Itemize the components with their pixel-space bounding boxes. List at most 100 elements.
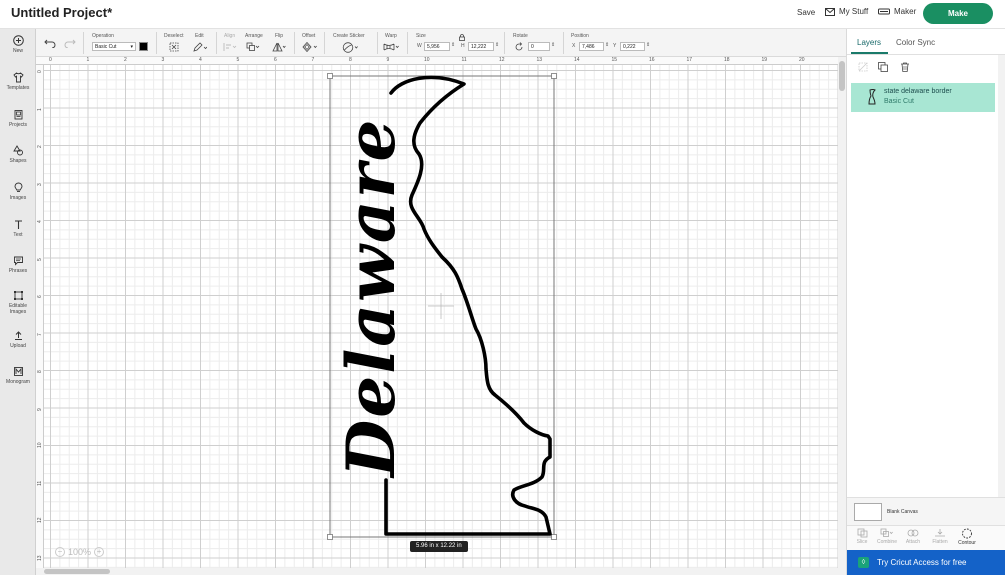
- ruler-tick-label: 5: [37, 257, 43, 261]
- rotate-stepper-icon[interactable]: ⇕: [551, 42, 555, 48]
- sidebar-item-upload[interactable]: Upload: [0, 330, 36, 349]
- toolbar-separator: [294, 32, 295, 54]
- zoom-out-button[interactable]: −: [55, 547, 65, 557]
- operation-select[interactable]: Basic Cut ▾: [92, 42, 136, 51]
- zoom-in-button[interactable]: +: [94, 547, 105, 557]
- design-layer[interactable]: Delaware: [36, 57, 838, 568]
- ruler-tick-label: 9: [37, 407, 43, 411]
- pencil-icon[interactable]: [193, 42, 207, 52]
- offset-icon[interactable]: [302, 42, 318, 52]
- sidebar-item-projects[interactable]: Projects: [0, 109, 36, 128]
- size-label: Size: [416, 33, 426, 39]
- sidebar-item-phrases[interactable]: Phrases: [0, 255, 36, 274]
- tab-color-sync[interactable]: Color Sync: [896, 38, 935, 47]
- color-swatch[interactable]: [139, 42, 148, 51]
- shirt-icon: [12, 72, 24, 83]
- ruler-tick-label: 12: [499, 57, 505, 63]
- flip-label: Flip: [275, 33, 284, 39]
- sidebar-item-label: Text: [13, 232, 23, 238]
- height-input[interactable]: 12,222: [468, 42, 494, 51]
- ruler-tick-label: 8: [349, 57, 352, 63]
- lock-icon[interactable]: [459, 34, 465, 41]
- ruler-tick-label: 12: [37, 517, 43, 523]
- sidebar-item-label: New: [12, 48, 23, 54]
- width-stepper-icon[interactable]: ⇕: [451, 42, 455, 48]
- access-banner-label: Try Cricut Access for free: [877, 558, 967, 567]
- ruler-tick-label: 3: [161, 57, 165, 63]
- layers-scrollbar[interactable]: [998, 55, 1005, 497]
- flatten-button[interactable]: Flatten: [929, 528, 951, 545]
- blank-canvas-swatch[interactable]: [854, 503, 882, 521]
- warp-icon[interactable]: [383, 42, 401, 52]
- blank-canvas-row[interactable]: Blank Canvas: [847, 497, 1005, 525]
- sidebar-item-label: Projects: [8, 122, 28, 128]
- contour-button[interactable]: Contour: [956, 528, 978, 546]
- ruler-tick-label: 1: [37, 107, 43, 111]
- width-input[interactable]: 5,956: [424, 42, 450, 51]
- project-title[interactable]: Untitled Project*: [11, 5, 112, 20]
- deselect-icon[interactable]: [169, 42, 179, 52]
- align-icon[interactable]: [223, 42, 237, 52]
- contour-label: Contour: [958, 540, 976, 546]
- monogram-icon: [13, 367, 23, 376]
- arrange-icon[interactable]: [246, 42, 260, 52]
- sidebar-item-text[interactable]: Text: [0, 219, 36, 238]
- position-y-input[interactable]: 0,222: [620, 42, 645, 51]
- combine-icon: [880, 528, 893, 537]
- sidebar-item-editable-images[interactable]: Editable Images: [0, 290, 36, 315]
- x-stepper-icon[interactable]: ⇕: [605, 42, 609, 48]
- cricut-access-banner[interactable]: ◊ Try Cricut Access for free: [847, 550, 1005, 575]
- toolbar-separator: [377, 32, 378, 54]
- slice-button[interactable]: Slice: [851, 528, 873, 545]
- resize-handle[interactable]: [551, 73, 557, 79]
- redo-icon[interactable]: [64, 38, 76, 48]
- ruler-tick-label: 2: [37, 145, 43, 148]
- sidebar-item-shapes[interactable]: Shapes: [0, 145, 36, 164]
- resize-handle[interactable]: [551, 534, 557, 540]
- tab-layers[interactable]: Layers: [857, 38, 881, 47]
- position-x-input[interactable]: 7,486: [579, 42, 604, 51]
- save-button[interactable]: Save: [797, 8, 815, 17]
- horizontal-scrollbar[interactable]: [36, 568, 846, 575]
- header-bar: Untitled Project* Save My Stuff Maker Ma…: [0, 0, 1005, 29]
- center-crosshair: [428, 293, 454, 319]
- flip-icon[interactable]: [272, 42, 286, 52]
- sidebar-item-label: Monogram: [6, 379, 30, 385]
- operation-label: Operation: [92, 33, 114, 39]
- cricut-design-space: Untitled Project* Save My Stuff Maker Ma…: [0, 0, 1005, 575]
- duplicate-icon[interactable]: [878, 62, 888, 72]
- sidebar-item-templates[interactable]: Templates: [0, 72, 36, 91]
- offset-label: Offset: [302, 33, 316, 39]
- resize-handle[interactable]: [327, 534, 333, 540]
- shapes-icon: [12, 145, 23, 156]
- attach-button[interactable]: Attach: [902, 528, 924, 545]
- sidebar-item-monogram[interactable]: Monogram: [0, 366, 36, 385]
- vertical-scrollbar[interactable]: [838, 57, 846, 568]
- sidebar-item-label: Shapes: [9, 158, 27, 164]
- y-stepper-icon[interactable]: ⇕: [646, 42, 650, 48]
- deselect-label: Deselect: [164, 33, 184, 39]
- undo-icon[interactable]: [44, 38, 56, 48]
- maker-button[interactable]: Maker: [878, 7, 916, 16]
- combine-button[interactable]: Combine: [876, 528, 898, 545]
- toolbar-separator: [407, 32, 408, 54]
- make-button[interactable]: Make: [923, 3, 993, 24]
- horizontal-scroll-thumb[interactable]: [44, 569, 110, 574]
- rotate-input[interactable]: 0: [528, 42, 550, 51]
- arrange-label: Arrange: [245, 33, 263, 39]
- sidebar-item-new[interactable]: New: [0, 35, 36, 54]
- design-canvas[interactable]: Delaware: [36, 57, 838, 568]
- trash-icon[interactable]: [900, 62, 910, 72]
- layer-item[interactable]: state delaware border Basic Cut: [851, 83, 995, 112]
- sidebar-item-images[interactable]: Images: [0, 182, 36, 201]
- plus-circle-icon: [12, 35, 24, 46]
- toolbar-separator: [216, 32, 217, 54]
- my-stuff-button[interactable]: My Stuff: [825, 7, 868, 16]
- sidebar-item-label: Upload: [10, 343, 26, 349]
- ruler-tick-label: 4: [199, 57, 202, 63]
- vertical-scroll-thumb[interactable]: [839, 61, 845, 91]
- group-icon[interactable]: [858, 62, 868, 72]
- height-stepper-icon[interactable]: ⇕: [495, 42, 499, 48]
- sticker-icon[interactable]: [342, 42, 360, 53]
- resize-handle[interactable]: [327, 73, 333, 79]
